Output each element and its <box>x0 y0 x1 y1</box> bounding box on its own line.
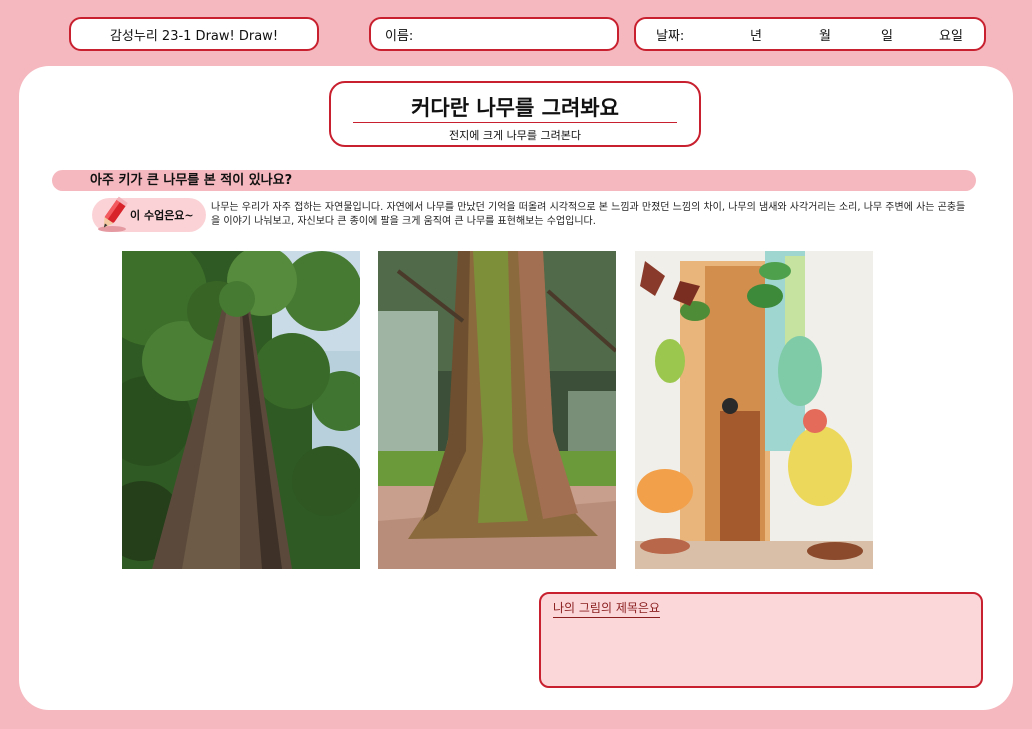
page-title: 커다란 나무를 그려봐요 <box>411 96 619 120</box>
title-box: 커다란 나무를 그려봐요 전지에 크게 나무를 그려본다 <box>329 81 701 147</box>
title-divider <box>353 122 677 123</box>
tall-tree-photo <box>122 251 360 569</box>
date-field[interactable]: 날짜: 년 월 일 요일 <box>634 17 986 51</box>
date-label: 날짜: <box>656 28 685 44</box>
question-bar: 아주 키가 큰 나무를 본 적이 있나요? <box>52 170 976 191</box>
tree-trunk-photo <box>378 251 616 569</box>
month-label: 월 <box>819 28 831 44</box>
pencil-icon <box>98 196 128 232</box>
tree-drawing-photo <box>635 251 873 569</box>
lesson-badge-label: 이 수업은요~ <box>130 209 194 222</box>
answer-box[interactable]: 나의 그림의 제목은요 <box>539 592 983 688</box>
day-label: 일 <box>881 28 893 44</box>
student-name-field[interactable]: 이름: <box>369 17 619 51</box>
lesson-badge: 이 수업은요~ <box>92 196 206 232</box>
class-name-field: 감성누리 23-1 Draw! Draw! <box>69 17 319 51</box>
name-label: 이름: <box>385 28 414 44</box>
answer-box-label: 나의 그림의 제목은요 <box>553 599 660 618</box>
year-label: 년 <box>750 28 762 44</box>
page-subtitle: 전지에 크게 나무를 그려본다 <box>449 129 581 142</box>
weekday-label: 요일 <box>939 28 963 44</box>
lesson-description: 나무는 우리가 자주 접하는 자연물입니다. 자연에서 나무를 만났던 기억을 … <box>211 202 966 227</box>
class-name-label: 감성누리 23-1 Draw! Draw! <box>109 28 279 44</box>
